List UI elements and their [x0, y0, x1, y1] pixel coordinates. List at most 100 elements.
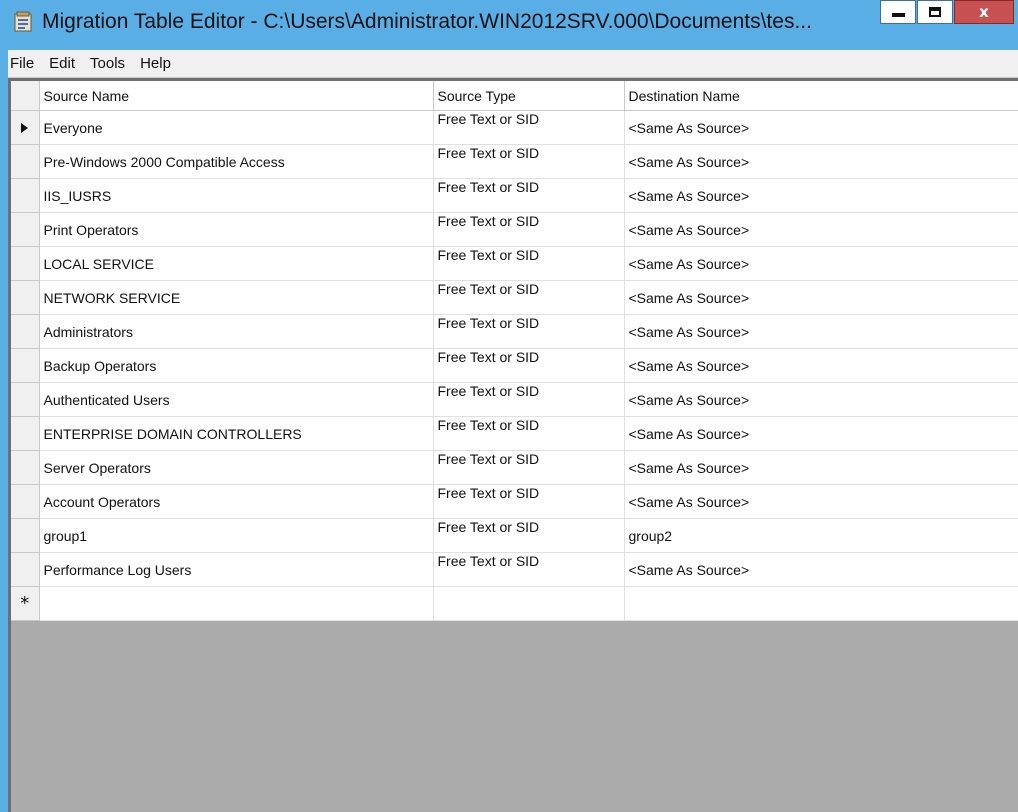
new-row-source-type-cell[interactable]: [433, 586, 625, 621]
destination-name-cell[interactable]: <Same As Source>: [624, 416, 1018, 451]
close-button[interactable]: x: [954, 0, 1014, 24]
row-header-cell[interactable]: [11, 552, 40, 587]
destination-name-cell[interactable]: <Same As Source>: [624, 212, 1018, 247]
migration-table-editor-window: Migration Table Editor - C:\Users\Admini…: [0, 0, 1018, 812]
table-row[interactable]: Authenticated Users Free Text or SID <Same…: [11, 382, 1018, 417]
destination-name-cell[interactable]: <Same As Source>: [624, 280, 1018, 315]
migration-table: Source Name Source Type Destination Name…: [11, 81, 1018, 621]
destination-name-cell[interactable]: <Same As Source>: [624, 178, 1018, 213]
source-name-cell[interactable]: Account Operators: [39, 484, 434, 519]
source-type-cell[interactable]: Free Text or SID: [433, 416, 625, 451]
corner-header-cell[interactable]: [11, 81, 40, 111]
source-name-cell[interactable]: NETWORK SERVICE: [39, 280, 434, 315]
close-icon: x: [979, 2, 989, 21]
new-row-asterisk-icon: *: [20, 592, 30, 614]
migration-table-editor-app-icon: [14, 11, 32, 32]
menu-file[interactable]: File: [2, 50, 41, 77]
destination-name-cell[interactable]: <Same As Source>: [624, 552, 1018, 587]
table-row[interactable]: IIS_IUSRS Free Text or SID <Same As Source…: [11, 178, 1018, 213]
source-type-cell[interactable]: Free Text or SID: [433, 450, 625, 485]
table-row[interactable]: Administrators Free Text or SID <Same As S…: [11, 314, 1018, 349]
source-name-cell[interactable]: group1: [39, 518, 434, 553]
maximize-button[interactable]: [917, 0, 953, 24]
grid-body: Everyone Free Text or SID <Same As Source>…: [11, 110, 1018, 621]
source-name-cell[interactable]: IIS_IUSRS: [39, 178, 434, 213]
window-title: Migration Table Editor - C:\Users\Admini…: [42, 10, 812, 33]
row-header-cell[interactable]: [11, 178, 40, 213]
row-header-cell[interactable]: [11, 246, 40, 281]
source-name-cell[interactable]: Pre-Windows 2000 Compatible Access: [39, 144, 434, 179]
table-row[interactable]: Backup Operators Free Text or SID <Same As…: [11, 348, 1018, 383]
row-header-cell[interactable]: [11, 382, 40, 417]
source-type-cell[interactable]: Free Text or SID: [433, 552, 625, 587]
row-header-cell[interactable]: [11, 144, 40, 179]
table-row[interactable]: Pre-Windows 2000 Compatible Access Free T…: [11, 144, 1018, 179]
row-header-cell[interactable]: [11, 348, 40, 383]
row-header-cell[interactable]: [11, 280, 40, 315]
row-header-cell[interactable]: [11, 450, 40, 485]
row-header-cell[interactable]: [11, 484, 40, 519]
source-type-cell[interactable]: Free Text or SID: [433, 144, 625, 179]
menu-tools[interactable]: Tools: [82, 50, 132, 77]
table-row[interactable]: ENTERPRISE DOMAIN CONTROLLERS Free Text o…: [11, 416, 1018, 451]
table-row[interactable]: Print Operators Free Text or SID <Same As …: [11, 212, 1018, 247]
destination-name-cell[interactable]: <Same As Source>: [624, 246, 1018, 281]
column-header-source-type[interactable]: Source Type: [433, 81, 625, 111]
table-row[interactable]: Server Operators Free Text or SID <Same As…: [11, 450, 1018, 485]
table-row[interactable]: group1 Free Text or SID group2: [11, 518, 1018, 553]
source-type-cell[interactable]: Free Text or SID: [433, 280, 625, 315]
row-header-cell[interactable]: [11, 416, 40, 451]
destination-name-cell[interactable]: <Same As Source>: [624, 382, 1018, 417]
table-row[interactable]: Performance Log Users Free Text or SID <Sa…: [11, 552, 1018, 587]
title-bar[interactable]: Migration Table Editor - C:\Users\Admini…: [0, 0, 1018, 50]
source-type-cell[interactable]: Free Text or SID: [433, 246, 625, 281]
destination-name-cell[interactable]: <Same As Source>: [624, 450, 1018, 485]
source-name-cell[interactable]: Print Operators: [39, 212, 434, 247]
table-row[interactable]: Account Operators Free Text or SID <Same A…: [11, 484, 1018, 519]
source-type-cell[interactable]: Free Text or SID: [433, 110, 625, 145]
column-header-row: Source Name Source Type Destination Name: [11, 81, 1018, 111]
table-row[interactable]: Everyone Free Text or SID <Same As Source>: [11, 110, 1018, 145]
new-row-destination-name-cell[interactable]: [624, 586, 1018, 621]
source-type-cell[interactable]: Free Text or SID: [433, 178, 625, 213]
destination-name-cell[interactable]: <Same As Source>: [624, 314, 1018, 349]
maximize-icon: [929, 7, 941, 17]
source-type-cell[interactable]: Free Text or SID: [433, 314, 625, 349]
source-type-cell[interactable]: Free Text or SID: [433, 518, 625, 553]
source-name-cell[interactable]: Authenticated Users: [39, 382, 434, 417]
new-row[interactable]: *: [11, 586, 1018, 621]
row-header-cell[interactable]: [11, 518, 40, 553]
current-row-arrow-icon: [21, 122, 29, 133]
column-header-destination-name[interactable]: Destination Name: [624, 81, 1018, 111]
menu-bar: File Edit Tools Help: [8, 50, 1018, 78]
source-name-cell[interactable]: Everyone: [39, 110, 434, 145]
source-name-cell[interactable]: ENTERPRISE DOMAIN CONTROLLERS: [39, 416, 434, 451]
menu-help[interactable]: Help: [132, 50, 178, 77]
source-name-cell[interactable]: Administrators: [39, 314, 434, 349]
menu-edit[interactable]: Edit: [41, 50, 82, 77]
table-row[interactable]: LOCAL SERVICE Free Text or SID <Same As So…: [11, 246, 1018, 281]
row-header-cell[interactable]: [11, 110, 40, 145]
destination-name-cell[interactable]: <Same As Source>: [624, 348, 1018, 383]
source-type-cell[interactable]: Free Text or SID: [433, 348, 625, 383]
destination-name-cell[interactable]: group2: [624, 518, 1018, 553]
new-row-source-name-cell[interactable]: [39, 586, 434, 621]
column-header-source-name[interactable]: Source Name: [39, 81, 434, 111]
source-name-cell[interactable]: Server Operators: [39, 450, 434, 485]
row-header-cell[interactable]: [11, 212, 40, 247]
minimize-button[interactable]: [880, 0, 916, 24]
minimize-icon: [891, 13, 905, 17]
table-row[interactable]: NETWORK SERVICE Free Text or SID <Same As …: [11, 280, 1018, 315]
source-name-cell[interactable]: Backup Operators: [39, 348, 434, 383]
destination-name-cell[interactable]: <Same As Source>: [624, 110, 1018, 145]
new-row-header-cell[interactable]: *: [11, 586, 40, 621]
source-name-cell[interactable]: Performance Log Users: [39, 552, 434, 587]
source-type-cell[interactable]: Free Text or SID: [433, 484, 625, 519]
destination-name-cell[interactable]: <Same As Source>: [624, 144, 1018, 179]
destination-name-cell[interactable]: <Same As Source>: [624, 484, 1018, 519]
source-type-cell[interactable]: Free Text or SID: [433, 212, 625, 247]
source-name-cell[interactable]: LOCAL SERVICE: [39, 246, 434, 281]
source-type-cell[interactable]: Free Text or SID: [433, 382, 625, 417]
migration-grid[interactable]: Source Name Source Type Destination Name…: [8, 78, 1018, 812]
row-header-cell[interactable]: [11, 314, 40, 349]
